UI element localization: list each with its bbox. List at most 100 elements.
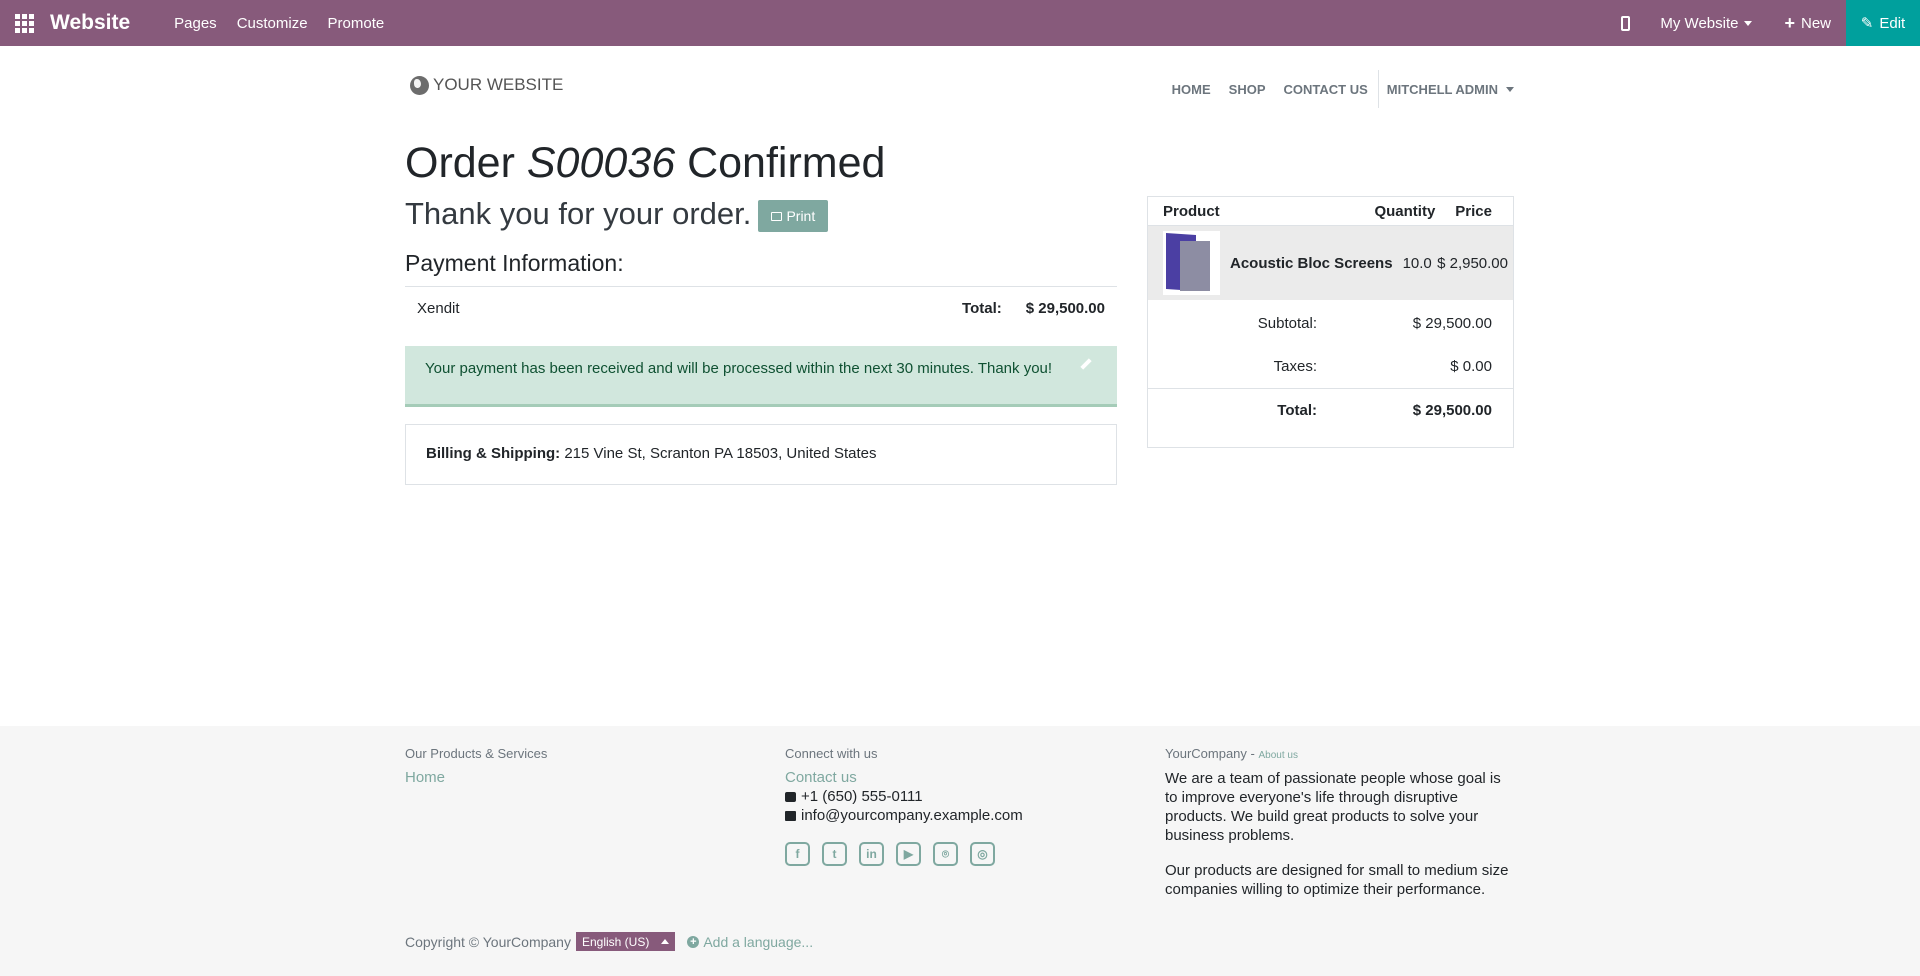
footer-col-products: Our Products & Services Home [405,746,547,788]
footer-col-connect: Connect with us Contact us +1 (650) 555-… [785,746,1023,866]
language-selector[interactable]: English (US) [575,932,676,951]
youtube-icon[interactable]: ▶ [896,842,921,866]
site-navbar: HOME SHOP CONTACT US MITCHELL ADMIN [1154,70,1514,108]
product-quantity: 10.0 [1402,254,1432,272]
product-price: $ 2,950.00 [1437,254,1508,272]
new-button[interactable]: + New [1784,14,1831,32]
about-us-link[interactable]: About us [1258,750,1297,761]
website-switcher[interactable]: My Website [1660,14,1753,32]
subtotal-row: Subtotal: $ 29,500.00 [1148,302,1513,345]
copyright-text: Copyright © YourCompany [405,933,571,950]
edit-button-label: Edit [1879,14,1906,32]
github-icon[interactable]: ⌾ [933,842,958,866]
cart-line-item: Acoustic Bloc Screens 10.0 $ 2,950.00 [1148,226,1513,300]
footer-phone: +1 (650) 555-0111 [785,788,1023,805]
instagram-icon[interactable]: ◎ [970,842,995,866]
globe-icon [410,75,429,95]
payment-status-text: Your payment has been received and will … [425,360,1053,377]
nav-home[interactable]: HOME [1172,82,1211,97]
envelope-icon [785,810,796,821]
footer-col-company: YourCompany - About us We are a team of … [1165,746,1517,915]
payment-total-value: $ 29,500.00 [1025,300,1105,317]
print-button-label: Print [786,208,816,224]
payment-heading: Payment Information: [405,250,624,276]
title-prefix: Order [405,139,515,187]
nav-shop[interactable]: SHOP [1229,82,1266,97]
product-image [1163,231,1220,295]
mobile-preview-icon[interactable] [1621,15,1631,31]
print-icon [771,211,783,221]
total-label: Total: [1277,402,1317,419]
footer-home-link[interactable]: Home [405,769,547,786]
footer-email: info@yourcompany.example.com [785,807,1023,824]
header-price: Price [1455,202,1492,220]
footer-phone-text: +1 (650) 555-0111 [801,788,923,805]
payment-row: Xendit Total: $ 29,500.00 [405,286,1117,330]
title-suffix: Confirmed [687,139,886,187]
order-number: S00036 [526,139,676,187]
page-title: Order S00036 Confirmed [405,139,885,188]
linkedin-icon[interactable]: in [859,842,884,866]
nav-divider [1377,70,1379,108]
pencil-icon[interactable] [1080,358,1092,370]
payment-status-alert: Your payment has been received and will … [405,346,1117,407]
print-button[interactable]: Print [758,200,829,232]
company-name: YourCompany [1165,746,1247,761]
social-links: f t in ▶ ⌾ ◎ [785,842,1023,866]
subtotal-label: Subtotal: [1257,315,1317,332]
chevron-down-icon [1506,86,1514,92]
total-value: $ 29,500.00 [1412,402,1492,419]
add-language-label: Add a language... [703,933,814,950]
odoo-top-bar: Website Pages Customize Promote My Websi… [0,0,1920,46]
pencil-icon: ✎ [1860,15,1874,32]
company-about-p2: Our products are designed for small to m… [1165,862,1509,898]
twitter-icon[interactable]: t [822,842,847,866]
header-product: Product [1163,202,1220,220]
facebook-icon[interactable]: f [785,842,810,866]
subtotal-value: $ 29,500.00 [1412,315,1492,332]
menu-customize[interactable]: Customize [237,15,308,32]
website-switcher-label: My Website [1660,14,1739,32]
company-about-p1: We are a team of passionate people whose… [1165,770,1501,844]
add-language-link[interactable]: + Add a language... [687,934,813,950]
footer-company-heading: YourCompany - About us [1165,746,1517,761]
site-footer: Our Products & Services Home Connect wit… [0,726,1920,976]
chevron-down-icon [1744,20,1753,26]
taxes-label: Taxes: [1273,358,1317,375]
taxes-row: Taxes: $ 0.00 [1148,345,1513,388]
copyright-bar: Copyright © YourCompany English (US) + A… [405,932,813,951]
chevron-up-icon [661,939,670,944]
company-description: We are a team of passionate people whose… [1165,769,1517,899]
phone-icon [785,791,796,802]
plus-circle-icon: + [687,935,700,948]
user-name: MITCHELL ADMIN [1386,81,1498,97]
footer-contact-link[interactable]: Contact us [785,769,1023,786]
order-summary-table: Product Quantity Price Acoustic Bloc Scr… [1147,196,1514,448]
billing-label: Billing & Shipping: [426,445,561,462]
thanks-message: Thank you for your order. [405,196,752,231]
footer-email-text: info@yourcompany.example.com [801,807,1023,824]
footer-products-heading: Our Products & Services [405,746,548,761]
edit-button[interactable]: ✎ Edit [1846,0,1920,46]
footer-connect-heading: Connect with us [785,746,878,761]
billing-shipping-card: Billing & Shipping: 215 Vine St, Scranto… [405,424,1117,485]
billing-address: 215 Vine St, Scranton PA 18503, United S… [564,445,877,462]
language-label: English (US) [581,934,650,949]
summary-header-row: Product Quantity Price [1148,197,1513,226]
payment-total-label: Total: [962,300,1002,317]
nav-contact-us[interactable]: CONTACT US [1284,82,1368,97]
plus-icon: + [1784,13,1795,33]
thanks-row: Thank you for your order. Print [405,196,829,232]
header-quantity: Quantity [1374,202,1436,220]
app-brand[interactable]: Website [50,11,130,35]
total-row: Total: $ 29,500.00 [1148,388,1513,432]
payment-method: Xendit [417,300,460,317]
apps-menu-icon[interactable] [0,0,48,46]
menu-pages[interactable]: Pages [174,15,217,32]
user-menu[interactable]: MITCHELL ADMIN [1387,82,1514,97]
product-name: Acoustic Bloc Screens [1230,254,1393,272]
site-logo-text: YOUR WEBSITE [433,75,564,94]
taxes-value: $ 0.00 [1450,358,1492,375]
menu-promote[interactable]: Promote [328,15,385,32]
site-logo[interactable]: YOUR WEBSITE [410,75,563,95]
